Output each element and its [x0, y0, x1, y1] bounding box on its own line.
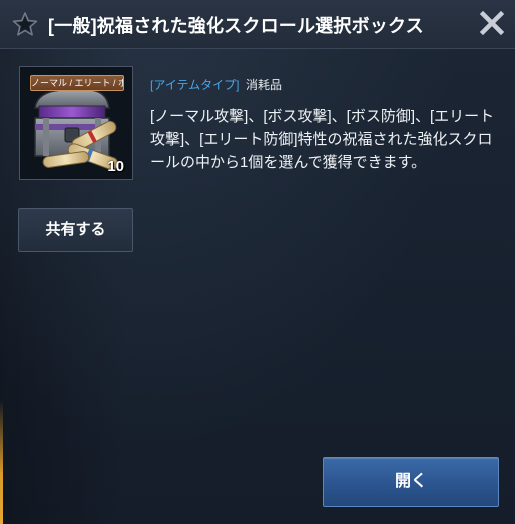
- share-button[interactable]: 共有する: [18, 208, 133, 252]
- item-type-value: 消耗品: [246, 78, 283, 92]
- item-icon-frame[interactable]: ノーマル / エリート / ボス 10: [19, 66, 133, 180]
- item-category-tag: ノーマル / エリート / ボス: [30, 75, 124, 91]
- item-dialog: [一般]祝福された強化スクロール選択ボックス ノーマル / エリート / 10 …: [0, 0, 515, 524]
- left-accent-bar: [0, 400, 3, 524]
- item-description: [ノーマル攻撃]、[ボス攻撃]、[ボス防御]、[エリート攻撃]、[エリート防御]…: [150, 108, 495, 171]
- star-icon: [12, 12, 38, 36]
- close-icon[interactable]: [478, 9, 506, 37]
- open-button[interactable]: 開く: [323, 457, 499, 507]
- dialog-header: [一般]祝福された強化スクロール選択ボックス: [0, 0, 515, 49]
- item-type-label: [アイテムタイプ]: [150, 78, 240, 92]
- dialog-title: [一般]祝福された強化スクロール選択ボックス: [48, 16, 424, 36]
- item-count: 10: [107, 158, 124, 175]
